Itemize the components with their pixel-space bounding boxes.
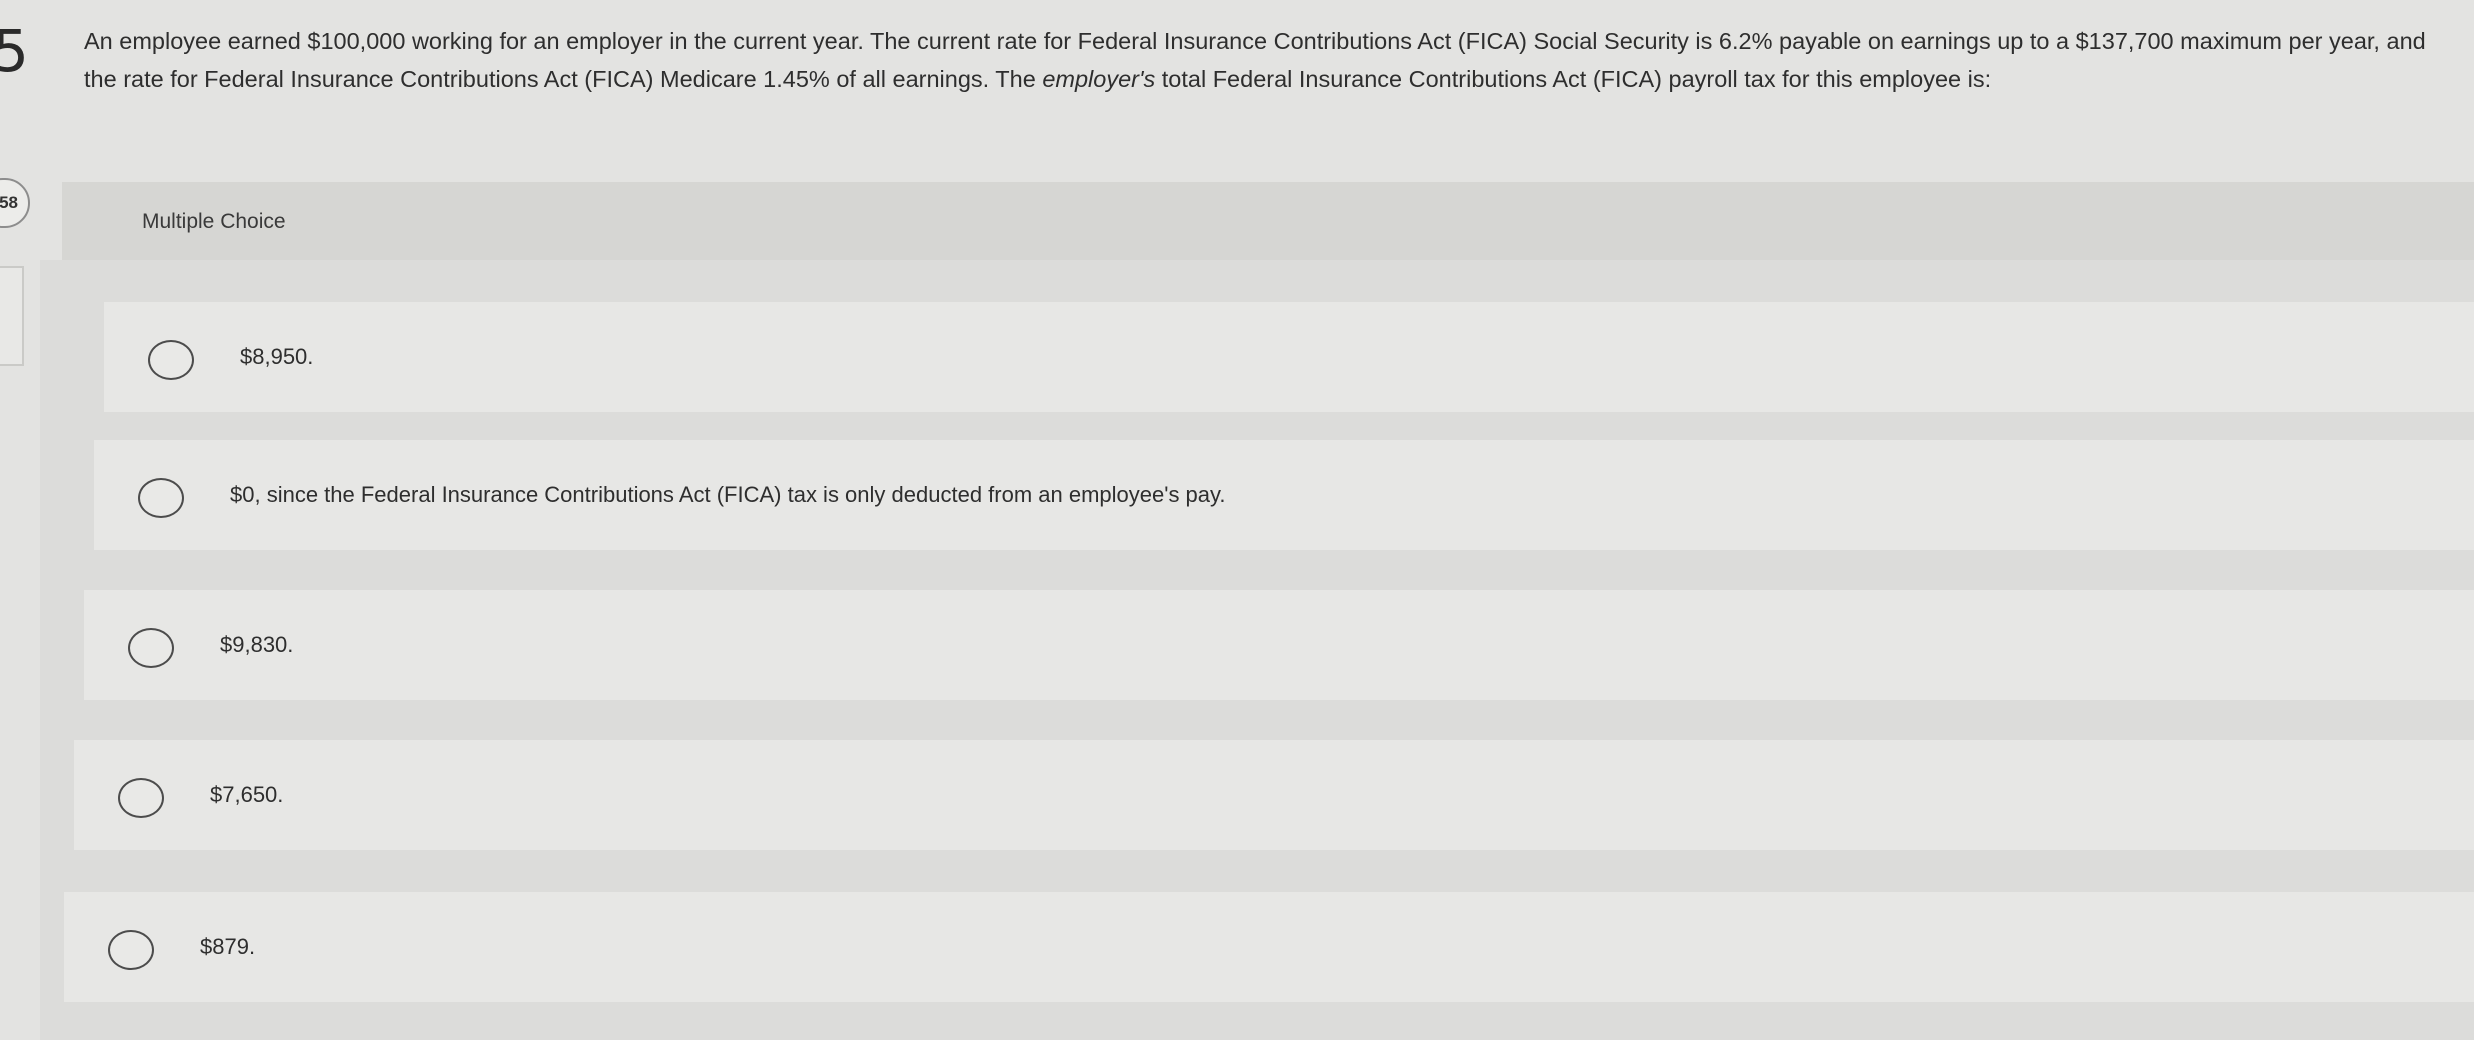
radio-button-option-4[interactable] — [118, 778, 164, 818]
multiple-choice-header — [62, 182, 2474, 260]
question-text-emphasis: employer's — [1042, 66, 1156, 92]
question-number: 5 — [0, 17, 29, 85]
answer-option-1-label: $8,950. — [240, 344, 314, 369]
radio-button-option-5[interactable] — [108, 930, 154, 970]
question-id-badge: 58 — [0, 178, 30, 228]
radio-button-option-2[interactable] — [138, 478, 184, 518]
radio-button-option-3[interactable] — [128, 628, 174, 668]
answer-option-2[interactable]: $0, since the Federal Insurance Contribu… — [94, 440, 2474, 550]
answer-option-2-label: $0, since the Federal Insurance Contribu… — [230, 482, 1226, 507]
answer-option-5-label: $879. — [200, 934, 256, 959]
question-text-part-2: total Federal Insurance Contributions Ac… — [1155, 66, 1992, 92]
radio-button-option-1[interactable] — [148, 340, 194, 380]
answer-option-4-label: $7,650. — [210, 782, 284, 807]
answer-option-3[interactable]: $9,830. — [84, 590, 2474, 700]
multiple-choice-heading: Multiple Choice — [142, 210, 286, 233]
answer-option-1[interactable]: $8,950. — [104, 302, 2474, 412]
question-text: An employee earned $100,000 working for … — [84, 22, 2464, 98]
answer-option-4[interactable]: $7,650. — [74, 740, 2474, 850]
answer-option-3-label: $9,830. — [220, 632, 294, 657]
answer-option-5[interactable]: $879. — [64, 892, 2474, 1002]
side-panel-edge — [0, 266, 24, 366]
